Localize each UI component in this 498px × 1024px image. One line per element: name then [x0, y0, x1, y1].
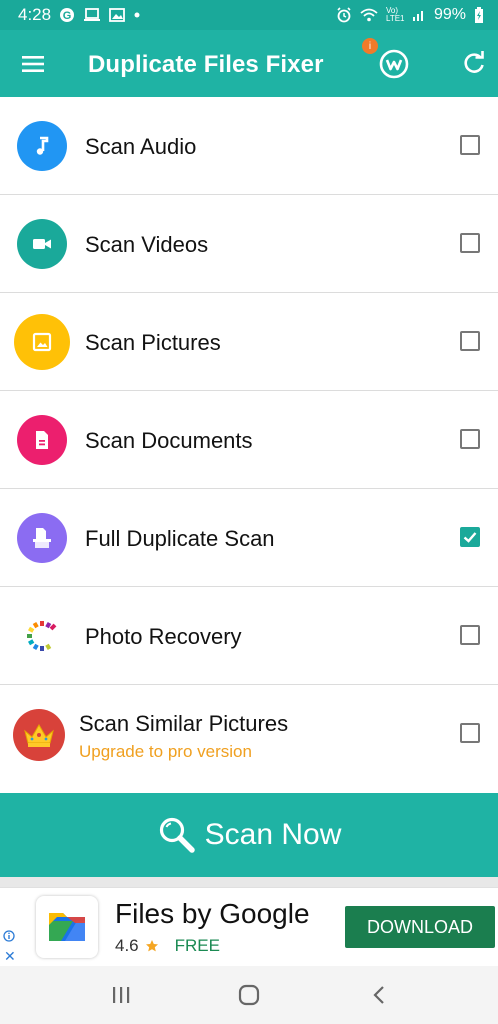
scan-documents-checkbox[interactable] — [460, 429, 480, 449]
full-duplicate-scan-label: Full Duplicate Scan — [85, 526, 275, 551]
notification-badge: i — [362, 38, 378, 54]
photo-recovery-checkbox[interactable] — [460, 625, 480, 645]
status-right: Vo) LTE1 99% — [336, 6, 484, 24]
app-bar: Duplicate Files Fixer i — [0, 30, 498, 97]
scan-audio-label: Scan Audio — [85, 134, 197, 159]
scan-pictures-icon-circle — [14, 314, 70, 370]
scan-options-list: Scan Audio Scan Videos Scan Pictures Sca… — [0, 97, 498, 791]
wise-logo-button[interactable] — [378, 48, 410, 80]
scan-audio-checkbox[interactable] — [460, 135, 480, 155]
full-duplicate-scan-row[interactable]: Full Duplicate Scan — [0, 489, 498, 587]
ad-rating-value: 4.6 — [115, 936, 139, 955]
laptop-icon — [83, 8, 101, 22]
system-nav-bar — [0, 966, 498, 1024]
gallery-icon — [109, 8, 125, 22]
recent-apps-icon — [113, 987, 130, 1003]
battery-percent: 99% — [433, 6, 466, 23]
ad-banner[interactable]: ✕ Files by Google 4.6 FREE DOWNLOAD — [0, 887, 498, 965]
music-note-icon — [36, 136, 49, 155]
home-icon — [238, 984, 260, 1006]
ad-title: Files by Google — [115, 898, 310, 929]
scan-documents-label: Scan Documents — [85, 428, 253, 453]
full-duplicate-scan-icon-circle — [17, 513, 67, 563]
document-icon — [36, 431, 48, 449]
lte-label: Vo) LTE1 — [385, 6, 405, 23]
scan-videos-row[interactable]: Scan Videos — [0, 195, 498, 293]
scan-now-button[interactable]: Scan Now — [0, 793, 498, 887]
scan-audio-icon-circle — [17, 121, 67, 171]
photo-recovery-icon-circle — [17, 611, 67, 661]
scan-pictures-checkbox[interactable] — [460, 331, 480, 351]
scan-now-label: Scan Now — [204, 818, 342, 851]
hamburger-icon — [22, 56, 44, 72]
wifi-icon — [360, 8, 378, 22]
refresh-icon — [464, 51, 484, 73]
alarm-icon — [336, 7, 352, 23]
star-icon — [145, 940, 158, 952]
refresh-button[interactable] — [461, 50, 487, 76]
g-account-icon: G — [59, 7, 75, 23]
scan-videos-checkbox[interactable] — [460, 233, 480, 253]
status-bar: 4:28 G Vo) LTE1 99% — [0, 0, 498, 30]
back-icon — [373, 986, 384, 1004]
scan-documents-row[interactable]: Scan Documents — [0, 391, 498, 489]
ad-price: FREE — [174, 936, 220, 955]
menu-button[interactable] — [20, 51, 46, 77]
full-duplicate-scan-checkbox[interactable] — [460, 527, 480, 547]
scan-similar-pictures-row[interactable]: Scan Similar Pictures Upgrade to pro ver… — [0, 685, 498, 783]
battery-charging-icon — [474, 7, 484, 23]
scan-documents-icon-circle — [17, 415, 67, 465]
signal-icon — [412, 8, 426, 22]
ad-info-icon[interactable] — [3, 930, 15, 945]
photo-recovery-icon — [27, 621, 57, 651]
scan-pictures-row[interactable]: Scan Pictures — [0, 293, 498, 391]
wise-logo-icon — [379, 49, 409, 79]
status-time: 4:28 — [18, 5, 52, 24]
scan-videos-icon-circle — [17, 219, 67, 269]
page-title: Duplicate Files Fixer — [88, 51, 324, 78]
photo-recovery-label: Photo Recovery — [85, 624, 242, 649]
video-camera-icon — [33, 239, 51, 249]
ad-close-icon[interactable]: ✕ — [4, 948, 16, 965]
svg-text:G: G — [63, 10, 72, 22]
magnifier-icon — [159, 817, 195, 853]
back-button[interactable] — [364, 980, 394, 1010]
status-left: 4:28 G — [18, 5, 141, 25]
upgrade-pro-label[interactable]: Upgrade to pro version — [79, 742, 252, 762]
duplicate-files-icon — [33, 528, 51, 548]
crown-icon — [24, 724, 54, 747]
recent-apps-button[interactable] — [106, 980, 136, 1010]
scan-videos-label: Scan Videos — [85, 232, 209, 257]
scan-similar-pictures-icon-circle — [13, 709, 65, 761]
checkmark-icon — [463, 532, 477, 543]
image-icon — [32, 332, 52, 352]
photo-recovery-row[interactable]: Photo Recovery — [0, 587, 498, 685]
scan-audio-row[interactable]: Scan Audio — [0, 97, 498, 195]
more-dot-icon — [133, 11, 141, 19]
scan-pictures-label: Scan Pictures — [85, 330, 221, 355]
scan-similar-pictures-checkbox[interactable] — [460, 723, 480, 743]
scan-similar-pictures-label: Scan Similar Pictures — [79, 711, 289, 736]
ad-download-button[interactable]: DOWNLOAD — [345, 906, 495, 948]
files-by-google-icon — [36, 896, 98, 958]
ad-rating-row: 4.6 FREE — [115, 936, 220, 956]
home-button[interactable] — [234, 980, 264, 1010]
